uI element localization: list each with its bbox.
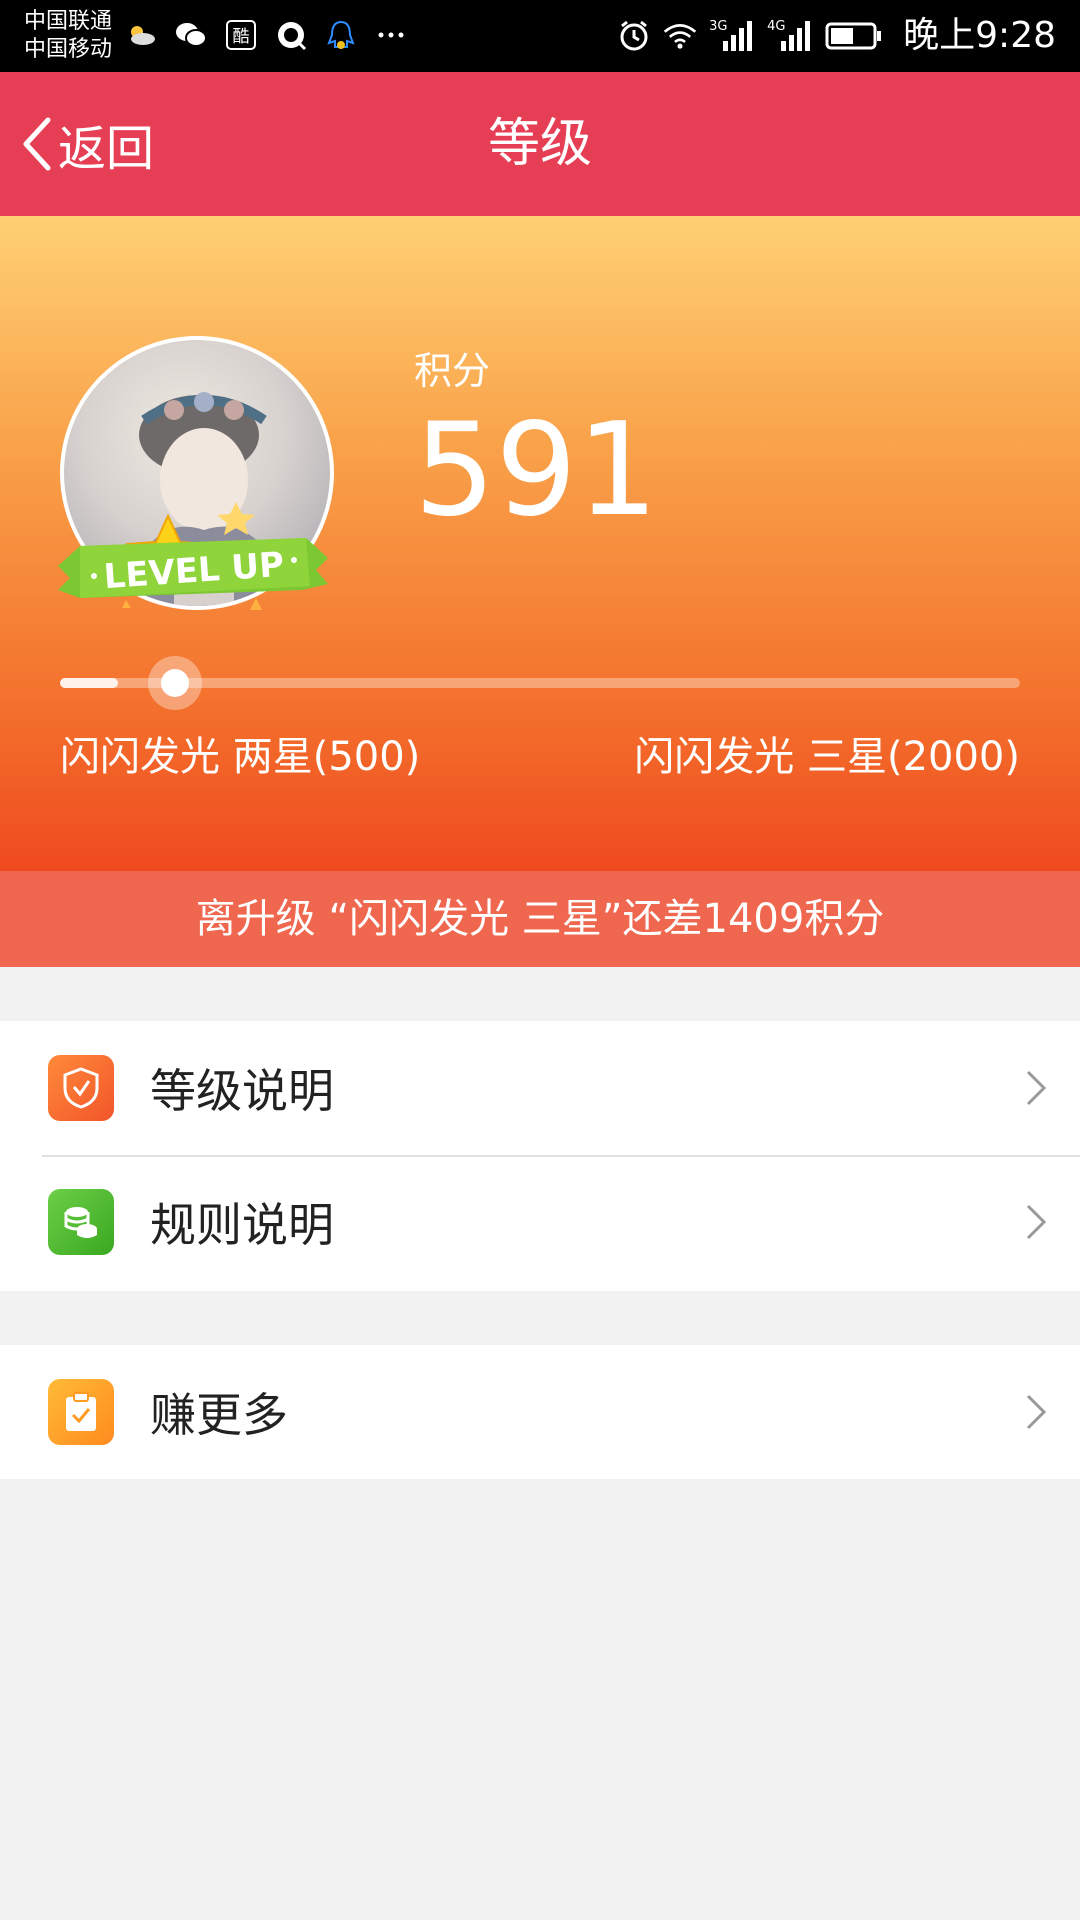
menu-group-2: 赚更多: [0, 1345, 1080, 1479]
level-progress-knob: [148, 656, 202, 710]
chevron-right-icon: [1026, 1204, 1047, 1240]
network-1-label: 3G: [709, 19, 728, 34]
chevron-right-icon: [1026, 1394, 1047, 1430]
chevron-right-icon: [1026, 1070, 1047, 1106]
navigation-bar: 返回 等级: [0, 72, 1080, 216]
coins-icon: [48, 1189, 114, 1255]
menu-item-label: 赚更多: [150, 1388, 288, 1442]
clipboard-check-icon: [48, 1379, 114, 1445]
system-icons: 3G 4G 晚上9:28: [617, 14, 1056, 58]
more-icon: [374, 18, 408, 52]
upgrade-notice: 离升级 “闪闪发光 三星”还差1409积分: [0, 871, 1080, 967]
carrier-info: 中国联通 中国移动: [24, 8, 112, 64]
menu-item-earn-more[interactable]: 赚更多: [0, 1345, 1080, 1479]
level-progress-fill: [60, 678, 118, 688]
points-value: 591: [414, 396, 659, 545]
menu-item-level-description[interactable]: 等级说明: [0, 1021, 1080, 1155]
status-bar: 中国联通 中国移动 酷 3G 4G 晚上9:28: [0, 0, 1080, 72]
app-icon: [274, 18, 308, 52]
level-up-badge: LEVEL UP: [58, 502, 328, 610]
clock: 晚上9:28: [903, 15, 1056, 56]
menu-item-label: 等级说明: [150, 1064, 334, 1118]
shield-check-icon: [48, 1055, 114, 1121]
wifi-icon: [663, 19, 697, 53]
weather-icon: [124, 18, 158, 52]
current-level-label: 闪闪发光 两星(500): [60, 734, 421, 780]
menu-item-rules-description[interactable]: 规则说明: [0, 1155, 1080, 1289]
level-progress-bar: [60, 656, 1020, 710]
avatar-with-badge[interactable]: LEVEL UP: [58, 336, 348, 636]
carrier-2: 中国移动: [24, 37, 113, 62]
carrier-1: 中国联通: [24, 9, 113, 34]
kuwo-icon: 酷: [224, 18, 258, 52]
app-root: 中国联通 中国移动 酷 3G 4G 晚上9:28 返回 等级 LEVEL UP …: [0, 0, 1080, 1920]
alarm-icon: [617, 19, 651, 53]
signal-3g-icon: 3G: [709, 19, 755, 53]
svg-text:酷: 酷: [233, 27, 250, 47]
qq-icon: [324, 18, 358, 52]
points-label: 积分: [414, 349, 491, 393]
menu-item-label: 规则说明: [150, 1198, 334, 1252]
page-title: 等级: [487, 114, 592, 174]
wechat-icon: [174, 18, 208, 52]
level-hero: LEVEL UP 积分 591 闪闪发光 两星(500) 闪闪发光 三星(200…: [0, 216, 1080, 871]
network-2-label: 4G: [767, 19, 786, 34]
menu-group-1: 等级说明 规则说明: [0, 1021, 1080, 1291]
notification-icons: 酷: [124, 18, 408, 52]
battery-icon: [825, 19, 883, 53]
next-level-label: 闪闪发光 三星(2000): [634, 734, 1020, 780]
signal-4g-icon: 4G: [767, 19, 813, 53]
